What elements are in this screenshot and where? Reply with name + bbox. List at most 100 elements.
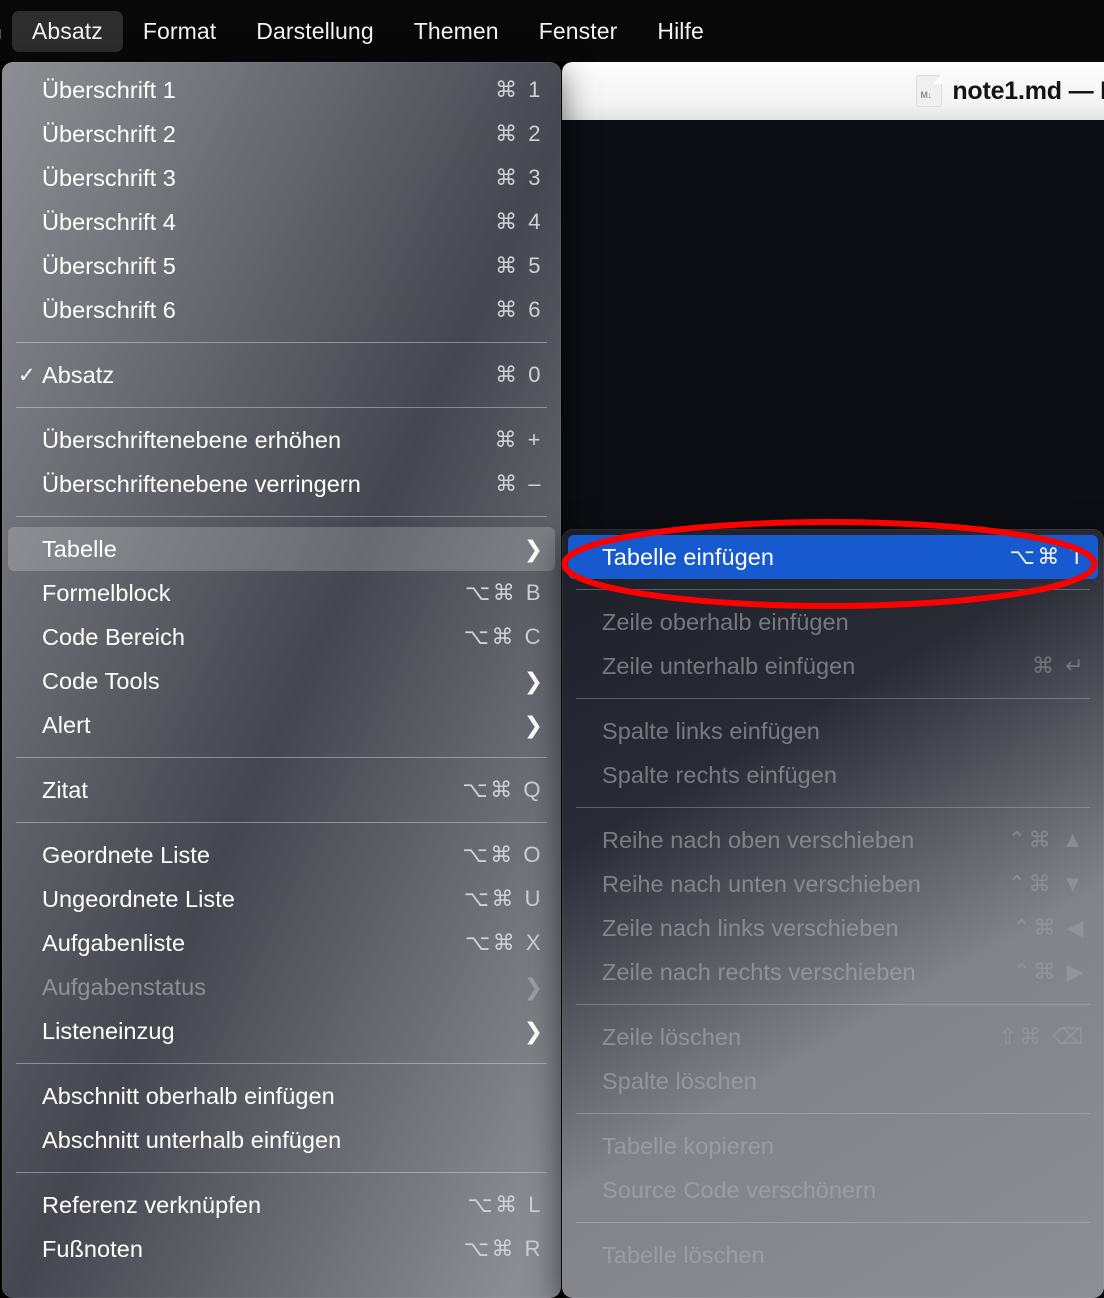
menubar-item-fenster[interactable]: Fenster	[519, 11, 638, 52]
absatz-item-alert[interactable]: Alert ❯	[8, 703, 555, 747]
absatz-item-geordnete-liste[interactable]: Geordnete Liste ⌥⌘ O	[8, 833, 555, 877]
menu-item-label: Code Bereich	[42, 623, 185, 650]
chevron-right-icon: ❯	[523, 973, 543, 1000]
menu-separator	[576, 589, 1090, 590]
menu-item-shortcut: ⌥⌘ T	[1009, 544, 1086, 569]
menu-item-shortcut: ⌘ 3	[495, 165, 543, 190]
absatz-item-aufgabenstatus: Aufgabenstatus ❯	[8, 965, 555, 1009]
absatz-item-uberschrift-5[interactable]: Überschrift 5 ⌘ 5	[8, 244, 555, 288]
menu-separator	[576, 698, 1090, 699]
menu-item-shortcut: ⌘ 4	[495, 209, 543, 234]
menu-item-shortcut: ⌥⌘ B	[464, 580, 543, 605]
menu-item-shortcut: ⌥⌘ U	[463, 886, 543, 911]
menu-item-label: Reihe nach oben verschieben	[602, 826, 915, 853]
absatz-item-abschnitt-unterhalb-einfugen[interactable]: Abschnitt unterhalb einfügen	[8, 1118, 555, 1162]
menubar-item-format[interactable]: Format	[123, 11, 236, 52]
absatz-item-uberschrift-1[interactable]: Überschrift 1 ⌘ 1	[8, 68, 555, 112]
menu-separator	[576, 1222, 1090, 1223]
tabelle-item-zeile-unterhalb-einfugen: Zeile unterhalb einfügen ⌘ ↵	[568, 644, 1098, 688]
absatz-item-zitat[interactable]: Zitat ⌥⌘ Q	[8, 768, 555, 812]
menu-item-shortcut: ⌥⌘ R	[463, 1236, 543, 1261]
menu-item-label: Fußnoten	[42, 1235, 143, 1262]
menu-item-shortcut: ⌥⌘ C	[463, 624, 543, 649]
absatz-item-abschnitt-oberhalb-einfugen[interactable]: Abschnitt oberhalb einfügen	[8, 1074, 555, 1118]
absatz-item-referenz-verknupfen[interactable]: Referenz verknüpfen ⌥⌘ L	[8, 1183, 555, 1227]
chevron-right-icon: ❯	[523, 535, 543, 562]
menu-item-label: Tabelle	[42, 535, 117, 562]
menu-item-label: Code Tools	[42, 667, 160, 694]
menu-item-shortcut: ⌥⌘ O	[462, 842, 543, 867]
menu-item-shortcut: ⌘ –	[495, 471, 543, 496]
menu-separator	[16, 516, 547, 517]
chevron-right-icon: ❯	[523, 711, 543, 738]
menu-item-label: Überschrift 1	[42, 76, 176, 103]
menu-separator	[576, 1004, 1090, 1005]
menu-item-label: Überschriftenebene verringern	[42, 470, 361, 497]
absatz-item-uberschrift-6[interactable]: Überschrift 6 ⌘ 6	[8, 288, 555, 332]
tabelle-item-spalte-links-einfugen: Spalte links einfügen	[568, 709, 1098, 753]
absatz-item-ungeordnete-liste[interactable]: Ungeordnete Liste ⌥⌘ U	[8, 877, 555, 921]
menubar-item-darstellung[interactable]: Darstellung	[236, 11, 393, 52]
tabelle-item-spalte-loschen: Spalte löschen	[568, 1059, 1098, 1103]
menu-item-shortcut: ⌥⌘ Q	[462, 777, 543, 802]
absatz-item-fussnoten[interactable]: Fußnoten ⌥⌘ R	[8, 1227, 555, 1271]
checkmark-icon: ✓	[18, 363, 36, 387]
absatz-item-listeneinzug[interactable]: Listeneinzug ❯	[8, 1009, 555, 1053]
menu-item-label: Abschnitt unterhalb einfügen	[42, 1126, 342, 1153]
menu-item-label: Spalte links einfügen	[602, 717, 820, 744]
absatz-item-uberschrift-3[interactable]: Überschrift 3 ⌘ 3	[8, 156, 555, 200]
menu-item-label: Absatz	[42, 361, 115, 388]
menu-item-shortcut: ⌘ +	[494, 427, 543, 452]
absatz-item-absatz[interactable]: ✓ Absatz ⌘ 0	[8, 353, 555, 397]
screen: M↓ note1.md — B n Absatz Format Darstell…	[0, 0, 1104, 1298]
menu-separator	[16, 822, 547, 823]
menu-separator	[16, 342, 547, 343]
menu-item-label: Tabelle löschen	[602, 1241, 765, 1268]
menu-separator	[16, 757, 547, 758]
menu-item-label: Zeile nach rechts verschieben	[602, 958, 916, 985]
menubar-item-hilfe[interactable]: Hilfe	[637, 11, 724, 52]
menu-separator	[576, 1113, 1090, 1114]
chevron-right-icon: ❯	[523, 1017, 543, 1044]
menu-item-shortcut: ⌘ 6	[495, 297, 543, 322]
absatz-item-formelblock[interactable]: Formelblock ⌥⌘ B	[8, 571, 555, 615]
menu-item-label: Überschriftenebene erhöhen	[42, 426, 342, 453]
menu-item-label: Listeneinzug	[42, 1017, 175, 1044]
absatz-item-tabelle[interactable]: Tabelle ❯	[8, 527, 555, 571]
menubar-item-themen[interactable]: Themen	[394, 11, 519, 52]
absatz-item-aufgabenliste[interactable]: Aufgabenliste ⌥⌘ X	[8, 921, 555, 965]
menu-item-label: Tabelle einfügen	[602, 543, 774, 570]
window-titlebar: M↓ note1.md — B	[562, 62, 1104, 120]
menu-item-shortcut: ⌃⌘ ▼	[1007, 871, 1086, 896]
absatz-item-code-bereich[interactable]: Code Bereich ⌥⌘ C	[8, 615, 555, 659]
menu-item-label: Überschrift 4	[42, 208, 176, 235]
menu-item-shortcut: ⇧⌘ ⌫	[998, 1024, 1086, 1049]
menu-item-label: Zeile oberhalb einfügen	[602, 608, 849, 635]
menu-item-shortcut: ⌘ 2	[495, 121, 543, 146]
tabelle-submenu: Tabelle einfügen ⌥⌘ T Zeile oberhalb einfü…	[562, 529, 1104, 1298]
absatz-item-uberschriftenebene-erhohen[interactable]: Überschriftenebene erhöhen ⌘ +	[8, 418, 555, 462]
tabelle-item-source-code-verschonern: Source Code verschönern	[568, 1168, 1098, 1212]
menu-item-shortcut: ⌘ 1	[495, 77, 543, 102]
menubar-item-absatz[interactable]: Absatz	[11, 10, 123, 52]
window-title: note1.md — B	[952, 76, 1104, 105]
tabelle-item-reihe-nach-oben-verschieben: Reihe nach oben verschieben ⌃⌘ ▲	[568, 818, 1098, 862]
menu-item-shortcut: ⌥⌘ X	[464, 930, 543, 955]
absatz-item-code-tools[interactable]: Code Tools ❯	[8, 659, 555, 703]
menu-item-label: Zeile nach links verschieben	[602, 914, 899, 941]
tabelle-item-zeile-loschen: Zeile löschen ⇧⌘ ⌫	[568, 1015, 1098, 1059]
menu-item-label: Reihe nach unten verschieben	[602, 870, 921, 897]
tabelle-item-zeile-nach-rechts-verschieben: Zeile nach rechts verschieben ⌃⌘ ▶	[568, 950, 1098, 994]
tabelle-item-tabelle-einfugen[interactable]: Tabelle einfügen ⌥⌘ T	[568, 535, 1098, 579]
menu-item-shortcut: ⌥⌘ L	[467, 1192, 543, 1217]
tabelle-item-tabelle-kopieren: Tabelle kopieren	[568, 1124, 1098, 1168]
menu-item-label: Referenz verknüpfen	[42, 1191, 262, 1218]
menu-item-label: Tabelle kopieren	[602, 1132, 774, 1159]
absatz-item-uberschriftenebene-verringern[interactable]: Überschriftenebene verringern ⌘ –	[8, 462, 555, 506]
menu-item-label: Überschrift 3	[42, 164, 176, 191]
menu-item-label: Formelblock	[42, 579, 171, 606]
absatz-item-uberschrift-4[interactable]: Überschrift 4 ⌘ 4	[8, 200, 555, 244]
menu-item-label: Source Code verschönern	[602, 1176, 877, 1203]
absatz-item-uberschrift-2[interactable]: Überschrift 2 ⌘ 2	[8, 112, 555, 156]
menubar-item-clipped[interactable]: n	[0, 11, 2, 52]
